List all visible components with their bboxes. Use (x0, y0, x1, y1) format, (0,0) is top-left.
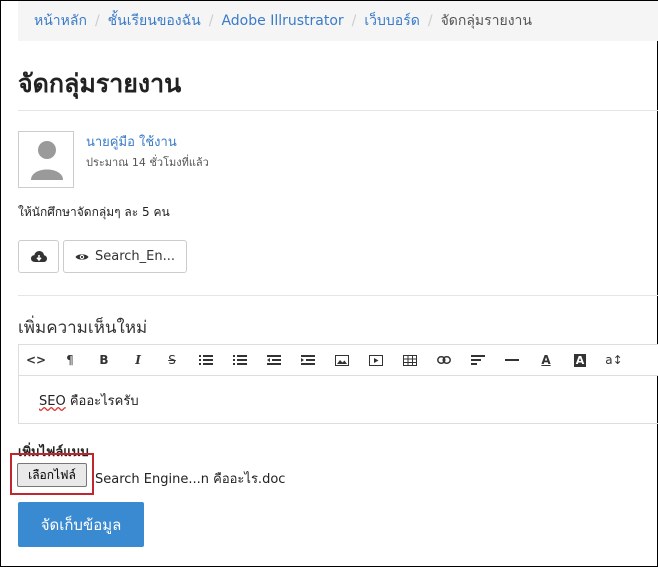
eye-icon (75, 253, 89, 260)
breadcrumb-separator: / (427, 13, 433, 29)
avatar (18, 131, 74, 188)
image-icon[interactable] (325, 345, 359, 375)
link-icon[interactable] (427, 345, 461, 375)
breadcrumb-webboard[interactable]: เว็บบอร์ด (364, 13, 419, 29)
italic-icon[interactable]: I (121, 345, 155, 375)
text-color-icon[interactable]: A (529, 345, 563, 375)
breadcrumb-my-classes[interactable]: ชั้นเรียนของฉัน (108, 13, 201, 29)
choose-file-button[interactable]: เลือกไฟล์ (17, 463, 87, 487)
cloud-download-icon (30, 250, 47, 262)
post-text: ให้นักศึกษาจัดกลุ่มๆ ละ 5 คน (18, 205, 170, 219)
comment-editor[interactable]: SEO คืออะไรครับ (18, 376, 658, 424)
divider (18, 110, 658, 111)
numbered-list-icon[interactable] (223, 345, 257, 375)
download-button[interactable] (18, 240, 59, 273)
bullet-list-icon[interactable] (189, 345, 223, 375)
page-title: จัดกลุ่มรายงาน (18, 69, 182, 98)
strikethrough-icon[interactable]: S (155, 345, 189, 375)
video-icon[interactable] (359, 345, 393, 375)
breadcrumb-course[interactable]: Adobe Illrustrator (221, 13, 343, 29)
bold-icon[interactable]: B (87, 345, 121, 375)
horizontal-rule-icon[interactable] (495, 345, 529, 375)
table-icon[interactable] (393, 345, 427, 375)
editor-toolbar: <> ¶ B I S A A a↕ (18, 344, 658, 376)
breadcrumb-current: จัดกลุ่มรายงาน (440, 13, 532, 29)
user-silhouette-icon (31, 141, 63, 180)
post-author[interactable]: นายคู่มือ ใช้งาน (86, 131, 177, 152)
save-button[interactable]: จัดเก็บข้อมูล (18, 502, 144, 547)
divider (18, 295, 658, 296)
comment-heading: เพิ่มความเห็นใหม่ (18, 318, 148, 338)
code-view-icon[interactable]: <> (19, 345, 53, 375)
background-color-icon[interactable]: A (563, 345, 597, 375)
paragraph-icon[interactable]: ¶ (53, 345, 87, 375)
post-time: ประมาณ 14 ชั่วโมงที่แล้ว (86, 156, 209, 169)
breadcrumb-home[interactable]: หน้าหลัก (34, 13, 87, 29)
breadcrumb-separator: / (208, 13, 214, 29)
font-size-icon[interactable]: a↕ (597, 345, 631, 375)
editor-content: SEO คืออะไรครับ (39, 394, 139, 409)
breadcrumb-separator: / (351, 13, 357, 29)
attachment-name: Search_En... (94, 249, 175, 264)
indent-icon[interactable] (291, 345, 325, 375)
attachment-view-button[interactable]: Search_En... (63, 240, 187, 273)
breadcrumb-separator: / (94, 13, 100, 29)
outdent-icon[interactable] (257, 345, 291, 375)
breadcrumb: หน้าหลัก / ชั้นเรียนของฉัน / Adobe Illrustra… (18, 1, 658, 41)
selected-file-name: Search Engine...n คืออะไร.doc (95, 472, 286, 487)
align-left-icon[interactable] (461, 345, 495, 375)
